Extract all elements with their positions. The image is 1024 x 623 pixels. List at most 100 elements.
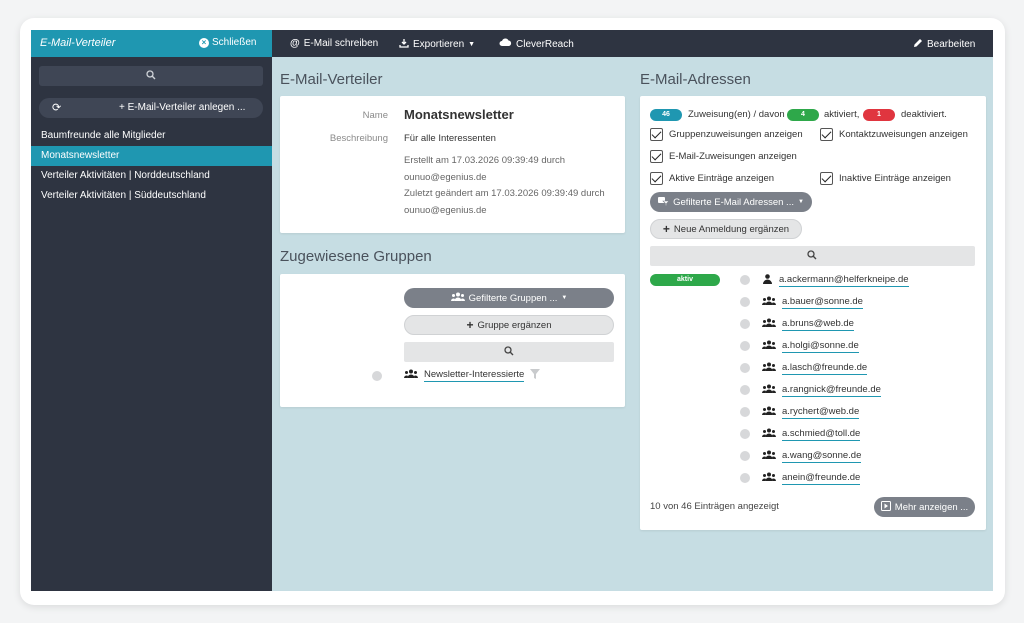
email-link[interactable]: a.schmied@toll.de [782,428,861,441]
addresses-search-input[interactable] [650,246,975,266]
caret-down-icon: ▼ [468,41,476,48]
groups-panel: Gefilterte Gruppen ... ▼ + Gruppe ergänz… [280,274,625,407]
status-dot[interactable] [740,451,750,461]
status-dot[interactable] [740,473,750,483]
sidebar-item[interactable]: Verteiler Aktivitäten | Norddeutschland [31,166,272,186]
checkbox-contact-assignments[interactable]: Kontaktzuweisungen anzeigen [820,128,968,141]
group-link[interactable]: Newsletter-Interessierte [424,369,525,382]
sidebar: E-Mail-Verteiler × Schließen ⟳ + E-Mail-… [31,30,272,591]
search-icon [504,346,514,359]
changed-by: ounuo@egenius.de [404,204,487,216]
details-section-title: E-Mail-Verteiler [280,71,383,88]
status-dot[interactable] [740,407,750,417]
status-dot[interactable] [372,371,382,381]
email-link[interactable]: a.lasch@freunde.de [782,362,868,375]
add-distributor-label: E-Mail-Verteiler anlegen ... [127,102,246,113]
add-signup-button[interactable]: + Neue Anmeldung ergänzen [650,219,802,239]
count-summary: 46 Zuweisung(en) / davon 4 aktiviert, 1 … [650,108,980,122]
edit-button[interactable]: Bearbeiten [913,38,975,51]
users-icon [762,362,776,375]
close-button[interactable]: × Schließen [199,37,256,48]
caret-down-icon: ▼ [797,199,804,205]
address-row: a.lasch@freunde.de [740,359,868,377]
users-icon [762,428,776,441]
sidebar-header: E-Mail-Verteiler × Schließen [31,30,272,57]
users-icon [404,369,418,382]
count-inactive-badge: 1 [863,109,895,121]
filtered-addresses-button[interactable]: Gefilterte E-Mail Adressen ... ▼ [650,192,812,212]
checkbox-inactive-entries[interactable]: Inaktive Einträge anzeigen [820,172,951,185]
write-email-button[interactable]: @ E-Mail schreiben [290,38,378,49]
checkbox-label: Aktive Einträge anzeigen [669,173,775,184]
sidebar-item-active[interactable]: Monatsnewsletter [31,146,272,166]
users-icon [762,340,776,353]
add-signup-label: Neue Anmeldung ergänzen [673,223,790,235]
inactive-text: deaktiviert. [901,109,947,120]
write-email-label: E-Mail schreiben [303,38,379,49]
active-text: aktiviert, [824,109,860,120]
filtered-groups-button[interactable]: Gefilterte Gruppen ... ▼ [404,288,614,308]
created-by: ounuo@egenius.de [404,171,487,183]
changed-line: Zuletzt geändert am 17.03.2026 09:39:49 … [404,188,605,199]
address-row: a.rangnick@freunde.de [740,381,881,399]
users-icon [450,292,465,305]
sidebar-search-input[interactable] [39,66,263,86]
address-row: a.rychert@web.de [740,403,860,421]
address-row: a.holgi@sonne.de [740,337,859,355]
checkbox-email-assignments[interactable]: E-Mail-Zuweisungen anzeigen [650,150,797,163]
name-value: Monatsnewsletter [404,107,514,122]
groups-search-input[interactable] [404,342,614,362]
status-dot[interactable] [740,385,750,395]
filter-icon[interactable] [530,369,541,382]
checkbox-checked[interactable] [650,172,663,185]
checkbox-active-entries[interactable]: Aktive Einträge anzeigen [650,172,774,185]
play-icon [880,500,891,514]
checkbox-checked[interactable] [820,172,833,185]
status-dot[interactable] [740,341,750,351]
count-active-badge: 4 [787,109,819,121]
email-link[interactable]: a.holgi@sonne.de [782,340,859,353]
email-link[interactable]: a.bauer@sonne.de [782,296,863,309]
plus-icon: + [119,102,128,113]
status-dot[interactable] [740,275,750,285]
checkbox-checked[interactable] [650,150,663,163]
cleverreach-label: CleverReach [516,38,574,50]
count-text: Zuweisung(en) / davon [688,109,785,120]
email-link[interactable]: anein@freunde.de [782,472,861,485]
address-row: a.ackermann@helferkneipe.de [740,271,909,289]
groups-section-title: Zugewiesene Gruppen [280,248,432,265]
plus-icon: + [662,222,670,236]
checkbox-checked[interactable] [650,128,663,141]
show-more-button[interactable]: Mehr anzeigen ... [874,497,975,517]
email-link[interactable]: a.wang@sonne.de [782,450,862,463]
created-line: Erstellt am 17.03.2026 09:39:49 durch [404,155,566,166]
email-link[interactable]: a.rangnick@freunde.de [782,384,881,397]
topbar: @ E-Mail schreiben Exportieren ▼ CleverR… [272,30,993,57]
cloud-icon [499,38,512,50]
address-row: a.bruns@web.de [740,315,854,333]
sidebar-item[interactable]: Baumfreunde alle Mitglieder [31,126,272,146]
status-dot[interactable] [740,429,750,439]
users-icon [762,472,776,485]
app-window: E-Mail-Verteiler × Schließen ⟳ + E-Mail-… [31,30,993,591]
checkbox-label: Kontaktzuweisungen anzeigen [839,129,968,140]
count-total-badge: 46 [650,109,682,121]
search-icon [146,70,156,83]
export-button[interactable]: Exportieren ▼ [399,38,475,51]
checkbox-checked[interactable] [820,128,833,141]
email-link[interactable]: a.ackermann@helferkneipe.de [779,274,909,287]
refresh-icon[interactable]: ⟳ [52,101,61,114]
sidebar-item[interactable]: Verteiler Aktivitäten | Süddeutschland [31,186,272,206]
download-icon [399,38,409,51]
status-dot[interactable] [740,363,750,373]
cleverreach-button[interactable]: CleverReach [499,38,574,50]
email-link[interactable]: a.bruns@web.de [782,318,854,331]
checkbox-group-assignments[interactable]: Gruppenzuweisungen anzeigen [650,128,803,141]
add-group-button[interactable]: + Gruppe ergänzen [404,315,614,335]
status-dot[interactable] [740,297,750,307]
add-distributor-button[interactable]: ⟳ + E-Mail-Verteiler anlegen ... [39,98,263,118]
email-link[interactable]: a.rychert@web.de [782,406,860,419]
users-icon [762,296,776,309]
status-dot[interactable] [740,319,750,329]
address-row: a.bauer@sonne.de [740,293,863,311]
